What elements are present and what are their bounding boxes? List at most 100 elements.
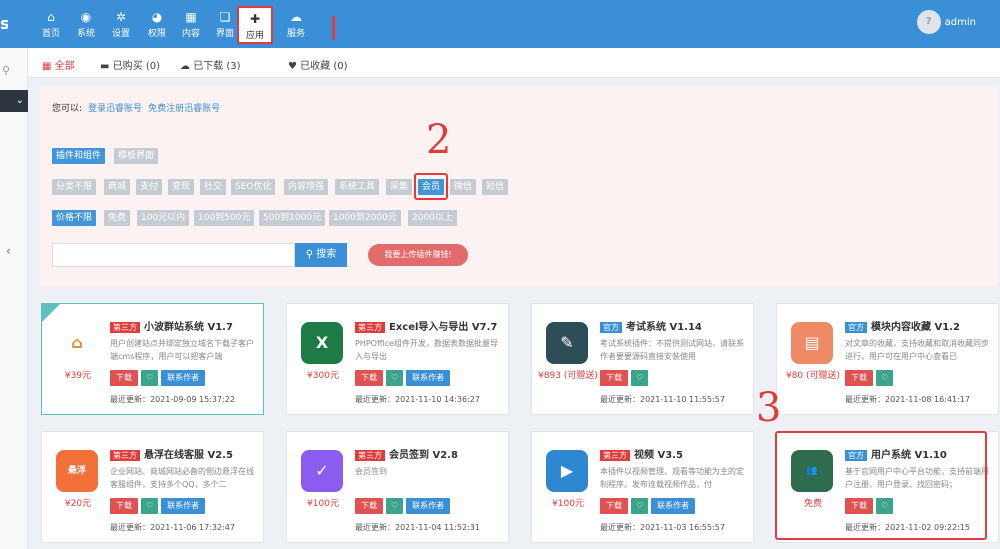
plugin-image[interactable]: ⌂ [56, 322, 98, 364]
home-icon: ⌂ [47, 10, 55, 24]
categories-tag[interactable]: 支付 [136, 179, 163, 195]
plugin-title[interactable]: 第三方 悬浮在线客服 V2.5 [110, 446, 262, 461]
grid-icon: ▦ [185, 10, 197, 24]
types-tag[interactable]: 模板界面 [114, 148, 159, 164]
tab-0[interactable]: ▦ 全部 [42, 57, 75, 72]
favorite-button[interactable]: ♡ [141, 370, 159, 386]
register-link[interactable]: 免费注册迅睿账号 [148, 104, 220, 114]
search-button[interactable]: ⚲ 搜索 [295, 243, 347, 267]
nav-7[interactable]: ☁ 服务 [278, 6, 314, 44]
plugin-price: ¥100元 [307, 499, 339, 509]
plugin-actions: 下载 ♡ 联系作者 [600, 498, 698, 514]
sidebar-toggle[interactable]: ⌄ [0, 90, 28, 112]
plugin-actions: 下载 ♡ 联系作者 [355, 498, 453, 514]
plugin-title[interactable]: 第三方 会员签到 V2.8 [355, 446, 507, 461]
categories-tag[interactable]: 变现 [168, 179, 195, 195]
types-tag[interactable]: 插件和组件 [52, 148, 106, 164]
contact-author-button[interactable]: 联系作者 [651, 498, 696, 514]
nav-0[interactable]: ⌂ 首页 [33, 6, 69, 44]
categories-tag[interactable]: 微信 [450, 179, 477, 195]
contact-author-button[interactable]: 联系作者 [406, 370, 451, 386]
tab-1[interactable]: ▬ 已购买 (0) [100, 57, 160, 72]
download-button[interactable]: 下载 [110, 498, 138, 514]
plugin-name: 考试系统 V1.14 [626, 322, 702, 333]
plugin-image[interactable]: ✓ [301, 450, 343, 492]
download-button[interactable]: 下载 [355, 370, 383, 386]
categories-tag[interactable]: 内容增强 [284, 179, 329, 195]
nav-label: 首页 [41, 29, 60, 39]
prices-tag[interactable]: 2000以上 [408, 210, 457, 226]
tab-label: 已收藏 (0) [300, 61, 348, 72]
annotation-circle-member [414, 173, 448, 200]
annotation-circle-user-system [775, 431, 987, 540]
download-button[interactable]: 下载 [355, 498, 383, 514]
tab-icon: ▬ [100, 61, 110, 72]
categories-tag[interactable]: 社交 [200, 179, 227, 195]
contact-author-button[interactable]: 联系作者 [161, 370, 206, 386]
download-button[interactable]: 下载 [110, 370, 138, 386]
categories-tag[interactable]: 分类不限 [52, 179, 97, 195]
plugin-title[interactable]: 第三方 视频 V3.5 [600, 446, 752, 461]
plugin-title[interactable]: 官方 考试系统 V1.14 [600, 318, 752, 333]
prices-tag[interactable]: 免费 [104, 210, 131, 226]
plugin-card: 悬浮 ¥20元 第三方 悬浮在线客服 V2.5 企业网站、商城网站必备的侧边悬浮在线客服… [41, 431, 264, 543]
download-button[interactable]: 下载 [600, 498, 628, 514]
download-button[interactable]: 下载 [600, 370, 628, 386]
nav-label: 系统 [76, 29, 95, 39]
plugin-desc: 企业网站、商城网站必备的侧边悬浮在线客服组件，支持多个QQ，多个二 [110, 467, 254, 489]
plugin-image[interactable]: 悬浮 [56, 450, 98, 492]
annotation-2: 2 [426, 117, 452, 163]
favorite-button[interactable]: ♡ [386, 498, 404, 514]
categories-tag[interactable]: SEO优化 [231, 179, 276, 195]
nav-3[interactable]: ◕ 权限 [139, 6, 175, 44]
favorite-button[interactable]: ♡ [876, 370, 894, 386]
nav-4[interactable]: ▦ 内容 [173, 6, 209, 44]
chevron-left-icon[interactable]: ‹ [6, 244, 11, 258]
nav-label: 应用 [245, 31, 264, 41]
prices-tag[interactable]: 1000到2000元 [329, 210, 401, 226]
nav-1[interactable]: ◉ 系统 [68, 6, 104, 44]
search-input[interactable] [52, 243, 295, 267]
contact-author-button[interactable]: 联系作者 [406, 498, 451, 514]
categories-tag[interactable]: 采集 [386, 179, 413, 195]
tab-2[interactable]: ☁ 已下载 (3) [180, 57, 241, 72]
login-link[interactable]: 登录迅睿账号 [88, 104, 142, 114]
search-icon[interactable]: ⚲ [2, 64, 10, 77]
favorite-button[interactable]: ♡ [386, 370, 404, 386]
top-navbar: s ⌂ 首页 ◉ 系统 ✲ 设置 ◕ 权限 ▦ 内容 ❏ 界面 ✚ 应用 ☁ 服务 ? admin [0, 0, 1000, 48]
nav-2[interactable]: ✲ 设置 [103, 6, 139, 44]
prices-tag[interactable]: 100到500元 [194, 210, 255, 226]
download-button[interactable]: 下载 [845, 370, 873, 386]
plugin-title[interactable]: 第三方 Excel导入与导出 V7.7 [355, 318, 507, 333]
prices-tag[interactable]: 500到1000元 [259, 210, 326, 226]
plugin-title[interactable]: 第三方 小波群站系统 V1.7 [110, 318, 262, 333]
tabs-bar: ▦ 全部 ▬ 已购买 (0) ☁ 已下载 (3) ♥ 已收藏 (0) [28, 48, 1000, 78]
upload-plugin-button[interactable]: 我要上传插件赚钱! [368, 244, 468, 266]
favorite-button[interactable]: ♡ [631, 370, 649, 386]
favorite-button[interactable]: ♡ [631, 498, 649, 514]
plugin-actions: 下载 ♡ [600, 370, 651, 386]
plugin-desc: 对文章的收藏，支持收藏和取消收藏同步进行，用户可在用户中心查看已 [845, 339, 989, 361]
user-menu[interactable]: ? admin [916, 10, 976, 34]
contact-author-button[interactable]: 联系作者 [161, 498, 206, 514]
plugin-image[interactable]: ▶ [546, 450, 588, 492]
plugin-image[interactable]: X [301, 322, 343, 364]
prices-tag[interactable]: 价格不限 [52, 210, 97, 226]
plugin-title[interactable]: 官方 模块内容收藏 V1.2 [845, 318, 997, 333]
favorite-button[interactable]: ♡ [141, 498, 159, 514]
plugin-price: ¥39元 [64, 371, 92, 381]
plugin-image[interactable]: ▤ [791, 322, 833, 364]
plugin-updated: 最近更新：2021-11-10 14:36:27 [355, 395, 480, 404]
prices-tag[interactable]: 100元以内 [137, 210, 190, 226]
categories-tag[interactable]: 短信 [482, 179, 509, 195]
categories-tag[interactable]: 商城 [104, 179, 131, 195]
categories-tag[interactable]: 系统工具 [335, 179, 380, 195]
gear-icon: ✲ [115, 10, 127, 24]
plugin-actions: 下载 ♡ 联系作者 [110, 370, 208, 386]
recommend-corner [42, 304, 60, 322]
user-icon: ◕ [151, 10, 163, 24]
tab-3[interactable]: ♥ 已收藏 (0) [288, 57, 348, 72]
nav-6[interactable]: ✚ 应用 [237, 6, 273, 44]
nav-label: 服务 [286, 29, 305, 39]
plugin-image[interactable]: ✎ [546, 322, 588, 364]
